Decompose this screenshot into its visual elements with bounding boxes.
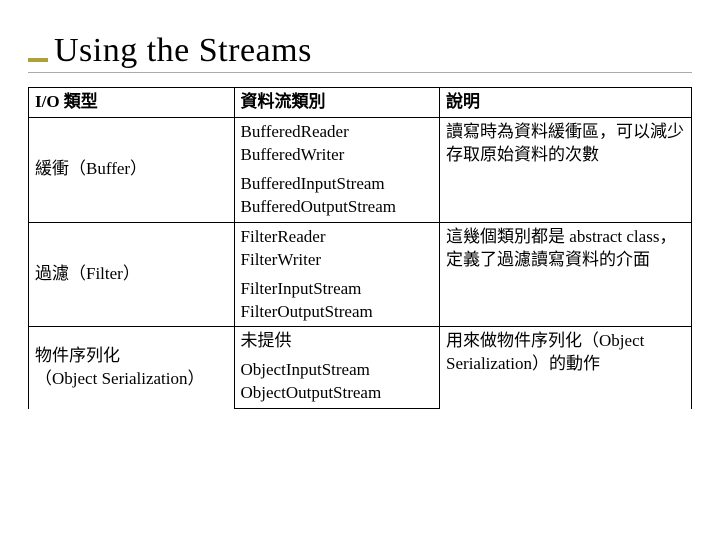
header-description: 說明 xyxy=(440,88,692,118)
table-header-row: I/O 類型 資料流類別 說明 xyxy=(29,88,692,118)
table-row: 物件序列化 （Object Serialization） 未提供 用來做物件序列… xyxy=(29,327,692,356)
desc-filter: 這幾個類別都是 abstract class，定義了過濾讀寫資料的介面 xyxy=(440,222,692,327)
header-stream-class: 資料流類別 xyxy=(234,88,440,118)
streams-table: I/O 類型 資料流類別 說明 緩衝（Buffer） BufferedReade… xyxy=(28,87,692,409)
accent-bar xyxy=(28,58,48,62)
stream-class-buffer-byte: BufferedInputStream BufferedOutputStream xyxy=(234,170,440,222)
io-type-filter: 過濾（Filter） xyxy=(29,222,235,327)
slide-title: Using the Streams xyxy=(54,32,312,70)
stream-class-serial-char: 未提供 xyxy=(234,327,440,356)
stream-class-filter-char: FilterReader FilterWriter xyxy=(234,222,440,274)
table-row: 過濾（Filter） FilterReader FilterWriter 這幾個… xyxy=(29,222,692,274)
stream-class-serial-byte: ObjectInputStream ObjectOutputStream xyxy=(234,356,440,408)
stream-class-filter-byte: FilterInputStream FilterOutputStream xyxy=(234,275,440,327)
table-row: 緩衝（Buffer） BufferedReader BufferedWriter… xyxy=(29,117,692,169)
stream-class-buffer-char: BufferedReader BufferedWriter xyxy=(234,117,440,169)
io-type-buffer: 緩衝（Buffer） xyxy=(29,117,235,222)
desc-serialization: 用來做物件序列化（Object Serialization）的動作 xyxy=(440,327,692,409)
io-type-serialization: 物件序列化 （Object Serialization） xyxy=(29,327,235,409)
desc-buffer: 讀寫時為資料緩衝區，可以減少存取原始資料的次數 xyxy=(440,117,692,222)
header-io-type: I/O 類型 xyxy=(29,88,235,118)
title-bar: Using the Streams xyxy=(28,32,692,73)
